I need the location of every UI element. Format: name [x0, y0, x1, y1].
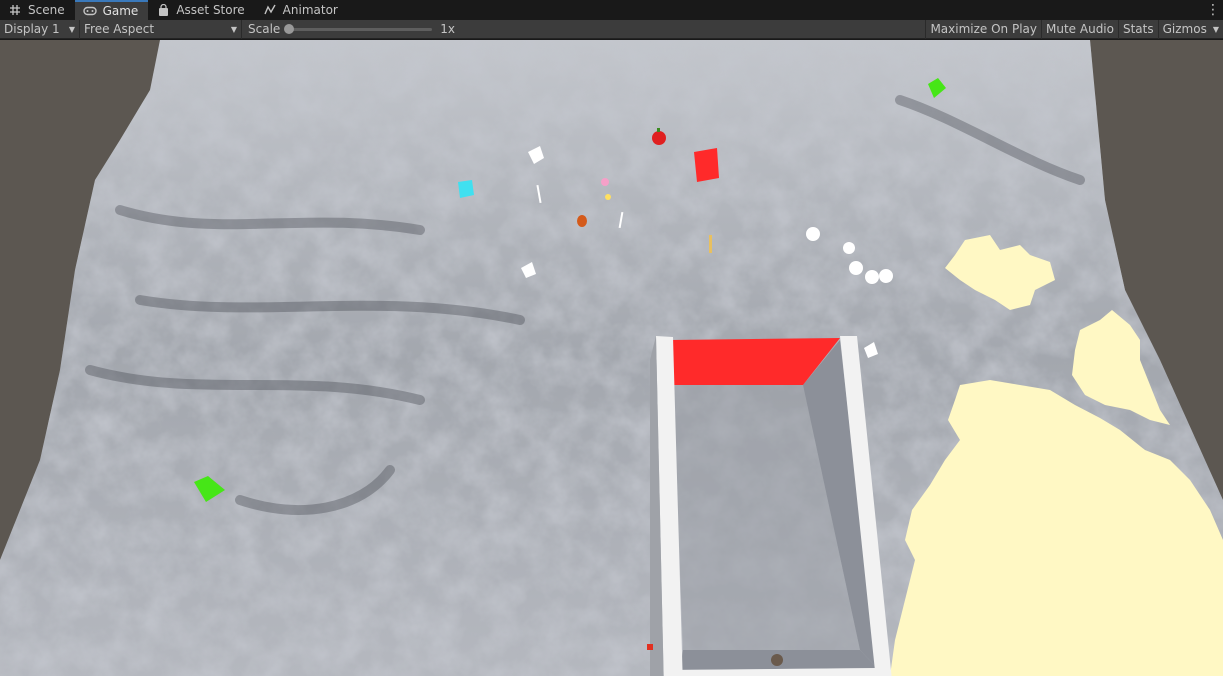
scale-value: 1x — [440, 22, 456, 36]
cyan-cube — [458, 180, 474, 198]
tab-scene[interactable]: Scene — [0, 0, 75, 20]
tab-label: Game — [102, 4, 139, 18]
editor-tab-bar: Scene Game Asset Store Animator ⋮ — [0, 0, 1223, 20]
stats-label: Stats — [1122, 22, 1154, 36]
tab-game[interactable]: Game — [74, 0, 149, 20]
golden-stick — [709, 235, 712, 253]
chevron-down-icon: ▼ — [230, 24, 237, 34]
tab-label: Asset Store — [176, 3, 245, 17]
red-fruit — [652, 131, 666, 145]
orange-fruit — [577, 215, 587, 227]
tab-label: Animator — [282, 3, 338, 17]
mute-audio-toggle[interactable]: Mute Audio — [1041, 19, 1118, 39]
gamepad-icon — [82, 4, 97, 18]
more-options-icon[interactable]: ⋮ — [1203, 0, 1223, 20]
game-render — [0, 40, 1223, 676]
animator-icon — [263, 3, 277, 17]
stats-toggle[interactable]: Stats — [1117, 19, 1158, 39]
game-toolbar: Display 1 ▼ Free Aspect ▼ Scale 1x Maxim… — [0, 19, 1223, 39]
aspect-dropdown[interactable]: Free Aspect ▼ — [80, 19, 242, 39]
scale-control: Scale 1x — [248, 22, 458, 36]
game-viewport[interactable] — [0, 40, 1223, 676]
aspect-value: Free Aspect — [84, 22, 155, 36]
bag-icon — [156, 3, 170, 17]
tab-animator[interactable]: Animator — [255, 0, 348, 20]
gizmos-label: Gizmos — [1162, 22, 1207, 36]
yellow-orb — [605, 194, 611, 200]
chevron-down-icon: ▼ — [1212, 24, 1219, 34]
display-dropdown[interactable]: Display 1 ▼ — [0, 19, 80, 39]
chevron-down-icon: ▼ — [68, 24, 75, 34]
red-cube — [694, 148, 719, 182]
scale-slider-knob[interactable] — [284, 23, 295, 34]
brown-object — [771, 654, 783, 666]
maximize-on-play-toggle[interactable]: Maximize On Play — [925, 19, 1041, 39]
mute-label: Mute Audio — [1046, 22, 1114, 36]
small-red-marker — [647, 644, 653, 650]
maximize-label: Maximize On Play — [930, 22, 1038, 36]
fruit-leaf — [657, 128, 660, 132]
grid-icon — [8, 3, 22, 17]
gizmos-dropdown[interactable]: Gizmos ▼ — [1157, 19, 1223, 39]
scale-slider[interactable] — [284, 23, 433, 34]
tab-label: Scene — [28, 3, 65, 17]
scale-label: Scale — [248, 22, 281, 36]
tab-asset-store[interactable]: Asset Store — [148, 0, 254, 20]
enclosure — [650, 336, 892, 676]
pink-orb — [601, 178, 609, 186]
display-value: Display 1 — [4, 22, 60, 36]
